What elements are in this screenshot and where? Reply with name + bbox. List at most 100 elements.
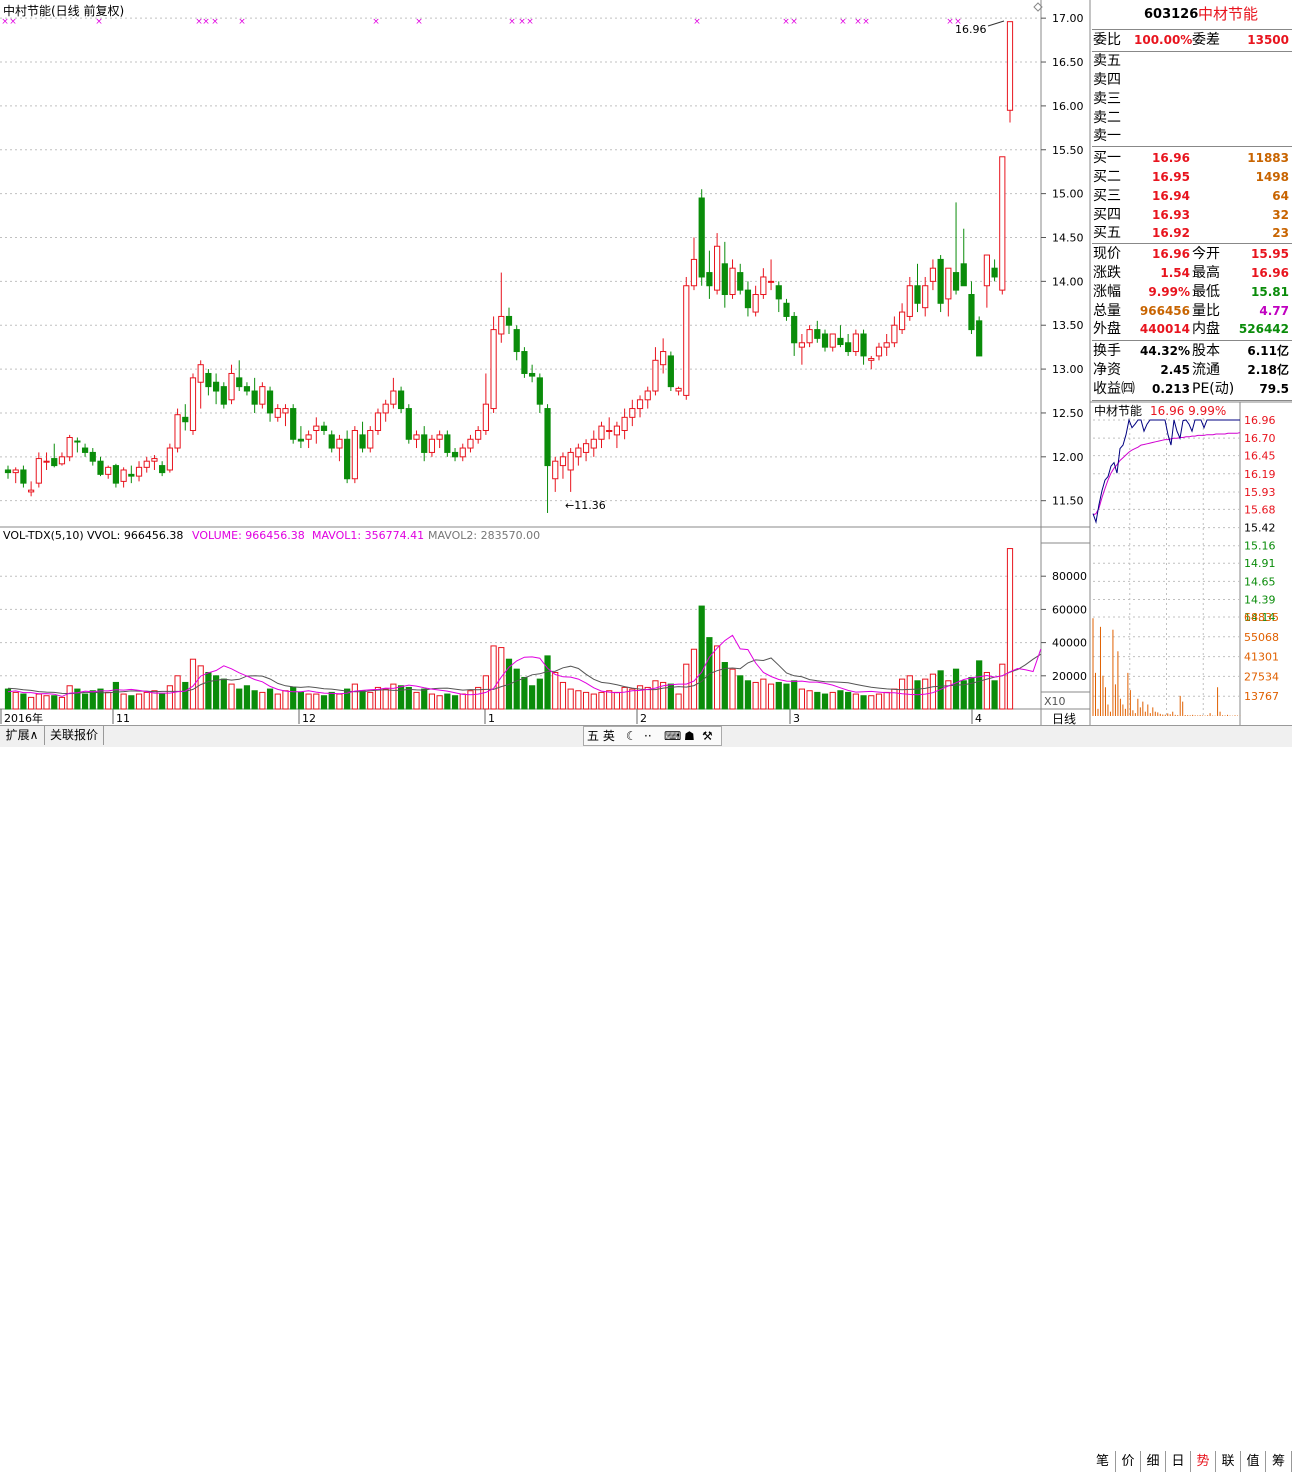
candle-body bbox=[652, 359, 659, 392]
candle-body bbox=[266, 390, 274, 414]
minute-price-line bbox=[1092, 418, 1240, 524]
candle-body bbox=[413, 434, 420, 440]
buy-label: 买三 bbox=[1093, 188, 1121, 204]
candlesticks[interactable] bbox=[4, 21, 1014, 513]
buy-row[interactable]: 买五 16.92 23 bbox=[1092, 224, 1292, 243]
buy-price: 16.96 bbox=[1152, 151, 1190, 165]
candle-body bbox=[12, 469, 19, 474]
event-marker: × bbox=[518, 17, 526, 27]
volume-bar bbox=[344, 688, 351, 710]
volume-bar bbox=[1006, 548, 1014, 710]
mavol1-value: MAVOL1: 356774.41 bbox=[312, 529, 424, 542]
buy-row[interactable]: 买一 16.96 11883 bbox=[1092, 149, 1292, 168]
stat-label: 涨跌 bbox=[1093, 265, 1121, 281]
candle-body bbox=[28, 489, 35, 493]
tab-extend[interactable]: 扩展∧ bbox=[0, 726, 45, 745]
tab-detail[interactable]: 细 bbox=[1141, 1451, 1166, 1472]
dots-icon[interactable]: ·· bbox=[644, 727, 652, 745]
volume-bar bbox=[43, 695, 50, 710]
volume-bar bbox=[613, 691, 621, 710]
volume-bar bbox=[590, 693, 597, 710]
price-tick-label: 16.50 bbox=[1052, 56, 1084, 69]
sell-label: 卖五 bbox=[1093, 53, 1121, 69]
tab-price[interactable]: 价 bbox=[1116, 1451, 1141, 1472]
tab-link[interactable]: 联 bbox=[1216, 1451, 1241, 1472]
volume-bars[interactable] bbox=[4, 548, 1014, 710]
volume-bar bbox=[220, 678, 227, 710]
price-tick-label: 17.00 bbox=[1052, 12, 1084, 25]
candle-body bbox=[922, 285, 929, 309]
volume-bar bbox=[143, 691, 150, 710]
buy-label: 买一 bbox=[1093, 150, 1121, 166]
candle-body bbox=[467, 438, 474, 449]
event-marker: × bbox=[862, 17, 870, 27]
moon-icon[interactable]: ☾ bbox=[626, 727, 637, 745]
tab-related-quote[interactable]: 关联报价 bbox=[45, 726, 104, 745]
candle-body bbox=[4, 469, 12, 474]
volume-bar bbox=[305, 693, 312, 710]
candle-body bbox=[236, 377, 243, 388]
stat-row: 外盘 440014 内盘 526442 bbox=[1092, 320, 1292, 339]
candle-body bbox=[421, 434, 428, 453]
volume-bar bbox=[459, 693, 466, 710]
volume-bar bbox=[274, 693, 281, 710]
tab-chips[interactable]: 筹 bbox=[1266, 1451, 1292, 1472]
event-marker: × bbox=[238, 17, 246, 27]
buy-row[interactable]: 买四 16.93 32 bbox=[1092, 206, 1292, 225]
sell-label: 卖四 bbox=[1093, 72, 1121, 88]
buy-row[interactable]: 买三 16.94 64 bbox=[1092, 187, 1292, 206]
tab-trend[interactable]: 势 bbox=[1191, 1451, 1216, 1472]
tab-tick[interactable]: 笔 bbox=[1090, 1451, 1116, 1472]
wrench-icon[interactable]: ⚒ bbox=[702, 727, 713, 745]
volume-bar bbox=[644, 686, 651, 710]
user-icon[interactable]: ☗ bbox=[684, 727, 695, 745]
volume-bar bbox=[89, 690, 96, 710]
date-label: 4 bbox=[975, 712, 982, 725]
event-marker: × bbox=[839, 17, 847, 27]
stock-name: 中材节能 bbox=[1198, 5, 1259, 23]
volume-bar bbox=[135, 693, 143, 710]
volume-bar bbox=[205, 671, 212, 710]
volume-bar bbox=[752, 681, 759, 710]
candle-body bbox=[498, 315, 505, 335]
sell-row[interactable]: 卖三 bbox=[1092, 90, 1292, 109]
event-marker: × bbox=[372, 17, 380, 27]
ime-toolbar[interactable]: 五 英 ☾ ·· ⌨ ☗ ⚒ bbox=[583, 726, 722, 746]
candle-body bbox=[621, 416, 628, 431]
minute-vol-tick: 13767 bbox=[1244, 690, 1279, 703]
stat-value: 16.96 bbox=[1251, 266, 1289, 280]
period-label[interactable]: 日线 bbox=[1052, 712, 1076, 726]
minute-price-tick: 15.16 bbox=[1244, 540, 1276, 553]
volume-bar bbox=[529, 685, 536, 710]
volume-bar bbox=[490, 645, 497, 710]
sell-row[interactable]: 卖二 bbox=[1092, 109, 1292, 128]
minute-price-tick: 15.93 bbox=[1244, 486, 1276, 499]
volume-bar bbox=[35, 693, 42, 710]
sell-row[interactable]: 卖四 bbox=[1092, 71, 1292, 90]
candle-body bbox=[135, 466, 143, 477]
buy-row[interactable]: 买二 16.95 1498 bbox=[1092, 168, 1292, 187]
minute-chart[interactable]: 16.96 16.70 16.45 16.19 15.93 15.68 15.42 15.16… bbox=[1092, 402, 1279, 725]
volume-bar bbox=[467, 690, 474, 710]
fund-label: 收益㈣ bbox=[1093, 381, 1135, 397]
candle-body bbox=[791, 315, 798, 344]
candle-body bbox=[567, 451, 574, 471]
candle-body bbox=[559, 456, 567, 467]
sell-row[interactable]: 卖五 bbox=[1092, 52, 1292, 71]
volume-bar bbox=[582, 691, 590, 710]
candle-body bbox=[737, 272, 744, 291]
buy-volume: 64 bbox=[1272, 189, 1289, 203]
sell-row[interactable]: 卖一 bbox=[1092, 127, 1292, 146]
ime-mode[interactable]: 五 英 bbox=[587, 727, 615, 745]
buy-price: 16.92 bbox=[1152, 226, 1190, 240]
candle-body bbox=[906, 285, 913, 317]
date-label: 3 bbox=[793, 712, 800, 725]
tab-value[interactable]: 值 bbox=[1241, 1451, 1266, 1472]
event-marker: × bbox=[1, 17, 9, 27]
keyboard-icon[interactable]: ⌨ bbox=[664, 727, 681, 745]
candle-body bbox=[143, 460, 150, 468]
tab-day[interactable]: 日 bbox=[1166, 1451, 1191, 1472]
volume-tick-label: 40000 bbox=[1052, 637, 1087, 650]
volume-bar bbox=[783, 683, 790, 710]
candle-body bbox=[259, 386, 266, 405]
